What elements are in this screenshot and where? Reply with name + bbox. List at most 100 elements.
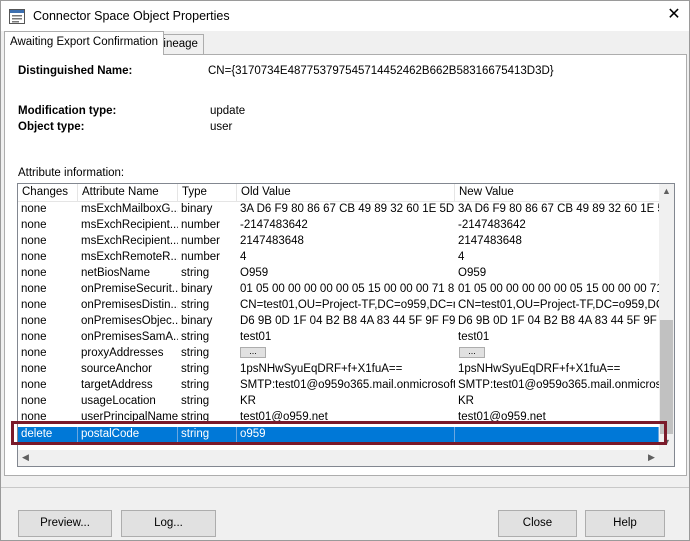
cell-type: binary [181, 283, 213, 295]
cell-changes: none [21, 283, 47, 295]
cell-type: binary [181, 315, 213, 327]
cell-type: string [181, 267, 210, 279]
scroll-corner [659, 450, 674, 466]
table-row[interactable]: none sourceAnchor string 1psNHwSyuEqDRF+f+X… [18, 362, 659, 378]
table-row[interactable]: none targetAddress string SMTP:test01@o959o… [18, 378, 659, 394]
column-header-type[interactable]: Type [178, 184, 237, 202]
attribute-info-label: Attribute information: [18, 167, 125, 179]
grid-header: Changes Attribute Name Type Old Value Ne… [18, 184, 659, 202]
cell-attribute-name: msExchMailboxG... [81, 203, 178, 215]
cell-old-value: test01 [240, 331, 272, 343]
help-button[interactable]: Help [585, 510, 665, 537]
cell-new-value: KR [458, 395, 474, 407]
cell-new-value: test01 [458, 331, 490, 343]
object-type-value: user [210, 121, 233, 133]
cell-attribute-name: netBiosName [81, 267, 151, 279]
column-header-attribute-name[interactable]: Attribute Name [78, 184, 178, 202]
cell-type: number [181, 235, 220, 247]
cell-old-value: 3A D6 F9 80 86 67 CB 49 89 32 60 1E 5D..… [240, 203, 455, 215]
horizontal-scrollbar[interactable]: ◀ ▶ [18, 450, 659, 466]
cell-type: string [181, 395, 210, 407]
cell-attribute-name: msExchRecipient... [81, 219, 178, 231]
table-row[interactable]: none netBiosName string O959 O959 [18, 266, 659, 282]
cell-type: string [181, 363, 210, 375]
cell-attribute-name: msExchRemoteR... [81, 251, 178, 263]
object-type-label: Object type: [18, 121, 85, 133]
tab-awaiting-export-confirmation[interactable]: Awaiting Export Confirmation [4, 31, 165, 55]
scroll-left-icon[interactable]: ◀ [18, 450, 33, 465]
cell-new-value [455, 346, 659, 362]
column-header-changes[interactable]: Changes [18, 184, 78, 202]
cell-changes: none [21, 395, 47, 407]
title-bar: Connector Space Object Properties ✕ [1, 1, 689, 31]
cell-old-value: D6 9B 0D 1F 04 B2 B8 4A 83 44 5F 9F F9..… [240, 315, 455, 327]
old-value-ellipsis-button[interactable]: ... [240, 347, 266, 358]
cell-attribute-name: onPremisesObjec... [81, 315, 178, 327]
table-row[interactable]: none onPremisesSamA... string test01 test01 [18, 330, 659, 346]
table-row[interactable]: none msExchRecipient... number -2147483642 -… [18, 218, 659, 234]
cell-new-value: CN=test01,OU=Project-TF,DC=o959,DC=net [458, 299, 659, 311]
cell-old-value: 01 05 00 00 00 00 00 05 15 00 00 00 71 8… [240, 283, 455, 295]
table-row[interactable]: none proxyAddresses string...... [18, 346, 659, 362]
cell-new-value: O959 [458, 267, 487, 279]
table-row[interactable]: none msExchRemoteR... number 4 4 [18, 250, 659, 266]
cell-new-value: 3A D6 F9 80 86 67 CB 49 89 32 60 1E 5D..… [458, 203, 659, 215]
dn-label: Distinguished Name: [18, 65, 133, 77]
button-separator [1, 487, 689, 488]
cell-type: string [181, 347, 210, 359]
annotation-highlight-box [11, 421, 667, 445]
cell-changes: none [21, 379, 47, 391]
cell-attribute-name: targetAddress [81, 379, 153, 391]
cell-old-value: O959 [240, 267, 269, 279]
column-header-old-value[interactable]: Old Value [237, 184, 455, 202]
cell-attribute-name: onPremiseSecurit... [81, 283, 178, 295]
table-row[interactable]: none msExchMailboxG... binary 3A D6 F9 80 8… [18, 202, 659, 218]
cell-old-value: SMTP:test01@o959o365.mail.onmicrosoft...… [240, 379, 455, 391]
cell-changes: none [21, 347, 47, 359]
table-row[interactable]: none onPremisesObjec... binary D6 9B 0D 1F … [18, 314, 659, 330]
cell-type: string [181, 331, 210, 343]
modification-type-label: Modification type: [18, 105, 117, 117]
cell-changes: none [21, 251, 47, 263]
modification-type-value: update [210, 105, 246, 117]
cell-new-value: SMTP:test01@o959o365.mail.onmicrosoft... [458, 379, 659, 391]
cell-changes: none [21, 331, 47, 343]
close-button[interactable]: Close [498, 510, 577, 537]
properties-window-icon [9, 9, 25, 24]
cell-new-value: 2147483648 [458, 235, 522, 247]
table-row[interactable]: none usageLocation string KR KR [18, 394, 659, 410]
table-row[interactable]: none msExchRecipient... number 2147483648 21… [18, 234, 659, 250]
cell-attribute-name: sourceAnchor [81, 363, 152, 375]
cell-new-value: 01 05 00 00 00 00 00 05 15 00 00 00 71 8… [458, 283, 659, 295]
cell-type: string [181, 299, 210, 311]
cell-attribute-name: msExchRecipient... [81, 235, 178, 247]
cell-attribute-name: onPremisesSamA... [81, 331, 178, 343]
cell-changes: none [21, 203, 47, 215]
vertical-scrollbar[interactable]: ▲ ▼ [659, 184, 674, 450]
cell-old-value: KR [240, 395, 256, 407]
new-value-ellipsis-button[interactable]: ... [459, 347, 485, 358]
preview-button[interactable]: Preview... [18, 510, 112, 537]
cell-changes: none [21, 363, 47, 375]
table-row[interactable]: none onPremisesDistin... string CN=test01,O… [18, 298, 659, 314]
scroll-right-icon[interactable]: ▶ [644, 450, 659, 465]
close-window-icon[interactable]: ✕ [665, 5, 683, 25]
table-row[interactable]: none onPremiseSecurit... binary 01 05 00 00… [18, 282, 659, 298]
vertical-scroll-thumb[interactable] [660, 320, 673, 434]
cell-changes: none [21, 299, 47, 311]
cell-changes: none [21, 315, 47, 327]
cell-old-value: CN=test01,OU=Project-TF,DC=o959,DC=net [240, 299, 455, 311]
cell-changes: none [21, 219, 47, 231]
properties-window: Connector Space Object Properties ✕ Awai… [0, 0, 690, 541]
window-title: Connector Space Object Properties [33, 9, 230, 23]
scroll-up-icon[interactable]: ▲ [659, 184, 674, 199]
cell-attribute-name: proxyAddresses [81, 347, 164, 359]
cell-new-value: 1psNHwSyuEqDRF+f+X1fuA== [458, 363, 621, 375]
cell-type: number [181, 251, 220, 263]
column-header-new-value[interactable]: New Value [455, 184, 659, 202]
cell-type: number [181, 219, 220, 231]
cell-new-value: D6 9B 0D 1F 04 B2 B8 4A 83 44 5F 9F F9..… [458, 315, 659, 327]
cell-attribute-name: usageLocation [81, 395, 156, 407]
log-button[interactable]: Log... [121, 510, 216, 537]
dn-value: CN={3170734E487753797545714452462B662B58… [208, 65, 554, 77]
